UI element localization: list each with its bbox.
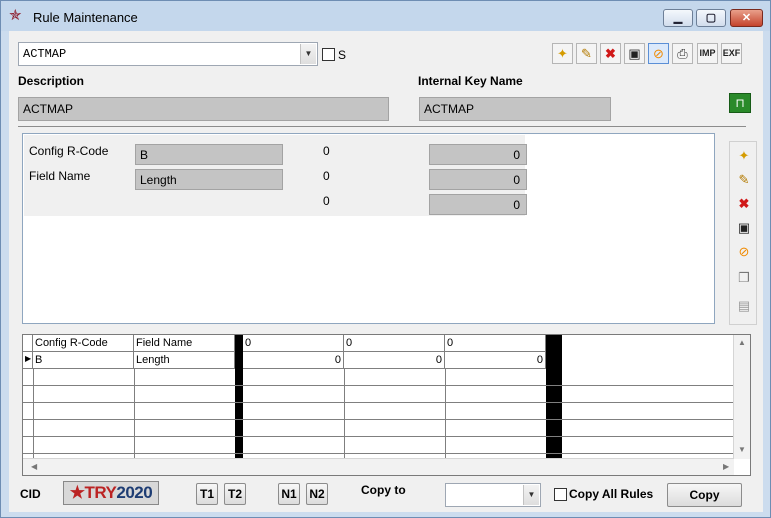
window: ✯ Rule Maintenance ▁ ▢ ✕ ACTMAP ▼ S ✦ ✎ … bbox=[0, 0, 771, 518]
cancel-button[interactable]: ⊘ bbox=[648, 43, 669, 64]
empty-row bbox=[23, 369, 734, 386]
window-title: Rule Maintenance bbox=[33, 10, 138, 25]
chevron-down-icon[interactable]: ▼ bbox=[523, 485, 539, 505]
copy-to-label: Copy to bbox=[361, 483, 406, 497]
n2-button[interactable]: N2 bbox=[306, 483, 328, 505]
detail-toolbar: ✦ ✎ ✖ ▣ ⊘ ❐ ▤ bbox=[729, 141, 757, 325]
minimize-icon: ▁ bbox=[673, 12, 683, 24]
description-label: Description bbox=[18, 74, 85, 88]
cell-v1[interactable]: 0 bbox=[243, 352, 344, 369]
maximize-icon: ▢ bbox=[705, 12, 717, 24]
field-name-field[interactable]: Length bbox=[135, 169, 283, 190]
print-button[interactable]: ⎙ bbox=[672, 43, 693, 64]
grid-horizontal-scrollbar[interactable]: ◀ ▶ bbox=[23, 458, 734, 475]
grid-header-v3[interactable]: 0 bbox=[445, 335, 546, 352]
copy-all-checkbox[interactable] bbox=[554, 488, 567, 501]
edit-button[interactable]: ✎ bbox=[576, 43, 597, 64]
zero-label-3: 0 bbox=[323, 194, 330, 208]
description-field[interactable]: ACTMAP bbox=[18, 97, 389, 121]
grid-vertical-scrollbar[interactable]: ▲ ▼ bbox=[733, 335, 750, 459]
cell-field[interactable]: Length bbox=[134, 352, 235, 369]
logo-text-b: 2020 bbox=[116, 483, 153, 502]
logo-star-icon: ★ bbox=[69, 483, 85, 502]
grid-header-selector bbox=[23, 335, 33, 352]
config-rcode-label: Config R-Code bbox=[29, 144, 109, 158]
rule-select[interactable]: ACTMAP ▼ bbox=[18, 42, 318, 66]
s-label: S bbox=[338, 48, 347, 62]
number-field-1[interactable]: 0 bbox=[429, 144, 527, 165]
scroll-left-icon[interactable]: ◀ bbox=[31, 462, 37, 471]
chevron-down-icon[interactable]: ▼ bbox=[300, 44, 316, 64]
column-lines bbox=[33, 369, 34, 459]
cell-v2[interactable]: 0 bbox=[344, 352, 445, 369]
cell-config[interactable]: B bbox=[33, 352, 134, 369]
copy-all-label: Copy All Rules bbox=[569, 487, 654, 501]
zero-label-2: 0 bbox=[323, 169, 330, 183]
t1-button[interactable]: T1 bbox=[196, 483, 218, 505]
detail-edit-icon[interactable]: ✎ bbox=[734, 170, 754, 190]
detail-panel: Config R-Code B Field Name Length 0 0 0 … bbox=[22, 133, 715, 324]
internal-key-field[interactable]: ACTMAP bbox=[419, 97, 611, 121]
app-star-icon: ✯ bbox=[9, 7, 22, 24]
internal-key-label: Internal Key Name bbox=[418, 74, 523, 88]
client-area: ACTMAP ▼ S ✦ ✎ ✖ ▣ ⊘ ⎙ IMP EXF Descripti… bbox=[9, 31, 763, 512]
rules-grid[interactable]: Config R-Code Field Name 0 0 0 ▶ B Lengt… bbox=[22, 334, 751, 476]
scroll-up-icon[interactable]: ▲ bbox=[738, 338, 746, 347]
copy-to-select[interactable]: ▼ bbox=[445, 483, 541, 507]
grid-header-v2[interactable]: 0 bbox=[344, 335, 445, 352]
copy-button[interactable]: Copy bbox=[667, 483, 742, 507]
empty-row bbox=[23, 386, 734, 403]
detail-new-icon[interactable]: ✦ bbox=[734, 146, 754, 166]
t2-button[interactable]: T2 bbox=[224, 483, 246, 505]
grid-header-field[interactable]: Field Name bbox=[134, 335, 235, 352]
row-indicator-icon: ▶ bbox=[23, 352, 33, 369]
field-name-label: Field Name bbox=[29, 169, 91, 183]
delete-button[interactable]: ✖ bbox=[600, 43, 621, 64]
copy-icon[interactable]: ❐ bbox=[734, 268, 754, 288]
maximize-button[interactable]: ▢ bbox=[696, 9, 726, 27]
grid-header-v1[interactable]: 0 bbox=[243, 335, 344, 352]
grid-header-config[interactable]: Config R-Code bbox=[33, 335, 134, 352]
scroll-down-icon[interactable]: ▼ bbox=[738, 445, 746, 454]
unlock-icon[interactable]: ⊓ bbox=[729, 93, 751, 113]
scroll-right-icon[interactable]: ▶ bbox=[723, 462, 729, 471]
cid-label: CID bbox=[20, 487, 41, 501]
logo-text-a: TRY bbox=[84, 483, 117, 502]
exf-button[interactable]: EXF bbox=[721, 43, 742, 64]
detail-cancel-icon[interactable]: ⊘ bbox=[734, 242, 754, 262]
detail-delete-icon[interactable]: ✖ bbox=[734, 194, 754, 214]
detail-save-icon[interactable]: ▣ bbox=[734, 218, 754, 238]
n1-button[interactable]: N1 bbox=[278, 483, 300, 505]
separator-line bbox=[18, 126, 746, 127]
config-rcode-field[interactable]: B bbox=[135, 144, 283, 165]
minimize-button[interactable]: ▁ bbox=[663, 9, 693, 27]
number-field-3[interactable]: 0 bbox=[429, 194, 527, 215]
imp-button[interactable]: IMP bbox=[697, 43, 718, 64]
empty-row bbox=[23, 420, 734, 437]
close-button[interactable]: ✕ bbox=[730, 9, 763, 27]
close-icon: ✕ bbox=[741, 12, 752, 24]
zero-label-1: 0 bbox=[323, 144, 330, 158]
new-button[interactable]: ✦ bbox=[552, 43, 573, 64]
save-button[interactable]: ▣ bbox=[624, 43, 645, 64]
column-lines bbox=[134, 369, 135, 459]
s-checkbox[interactable] bbox=[322, 48, 335, 61]
title-bar: ✯ Rule Maintenance ▁ ▢ ✕ bbox=[1, 1, 770, 31]
detail-form: Config R-Code B Field Name Length 0 0 0 … bbox=[24, 135, 527, 216]
empty-row bbox=[23, 437, 734, 454]
number-field-2[interactable]: 0 bbox=[429, 169, 527, 190]
paste-icon[interactable]: ▤ bbox=[734, 296, 754, 316]
cell-v3[interactable]: 0 bbox=[445, 352, 546, 369]
rule-select-value: ACTMAP bbox=[23, 47, 67, 61]
try2020-logo[interactable]: ★TRY2020 bbox=[63, 481, 159, 505]
column-lines bbox=[445, 369, 446, 459]
column-lines bbox=[344, 369, 345, 459]
empty-row bbox=[23, 403, 734, 420]
